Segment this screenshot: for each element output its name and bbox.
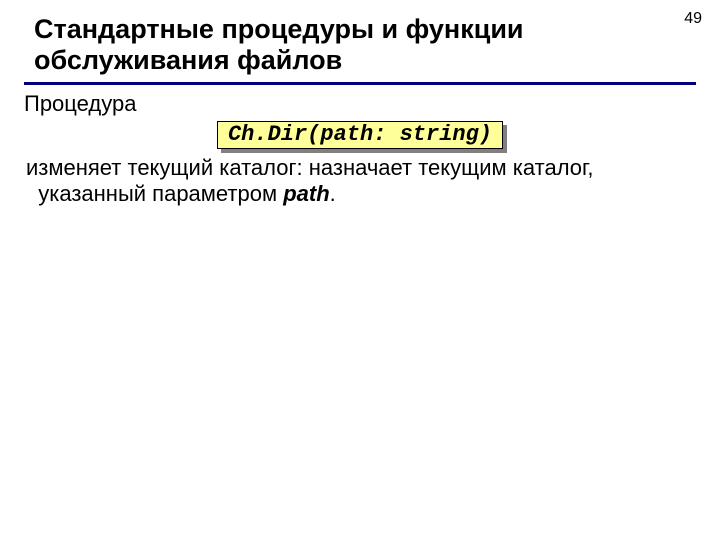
title-underline	[24, 82, 696, 85]
title-line-1: Стандартные процедуры и функции	[34, 14, 524, 44]
description: изменяет текущий каталог: назначает теку…	[24, 155, 696, 208]
code-box: Ch.Dir(path: string)	[217, 121, 503, 149]
path-param: path	[283, 181, 329, 206]
title-line-2: обслуживания файлов	[34, 45, 342, 75]
code-box-container: Ch.Dir(path: string)	[24, 121, 696, 149]
code-text: Ch.Dir(path: string)	[217, 121, 503, 149]
desc-line-2-prefix: указанный параметром	[38, 181, 283, 206]
slide: 49 Стандартные процедуры и функции обслу…	[0, 0, 720, 540]
slide-title: Стандартные процедуры и функции обслужив…	[24, 14, 696, 76]
desc-line-1: изменяет текущий каталог: назначает теку…	[26, 155, 594, 180]
section-label: Процедура	[24, 91, 696, 117]
desc-period: .	[330, 181, 336, 206]
page-number: 49	[684, 10, 702, 28]
